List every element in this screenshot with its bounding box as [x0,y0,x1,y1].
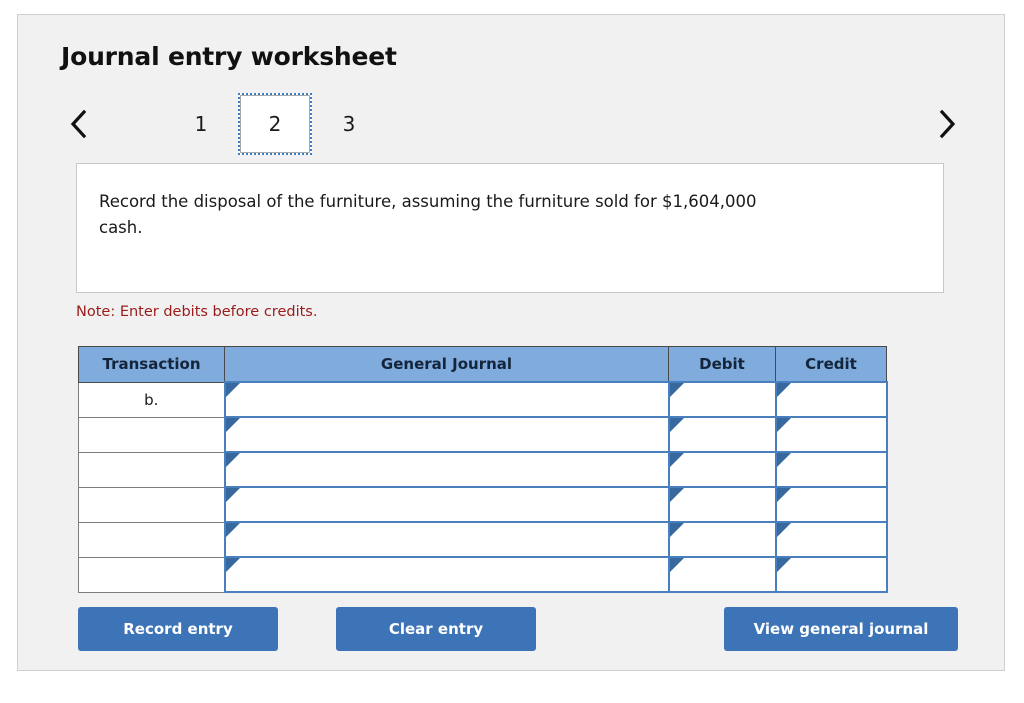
credit-input[interactable] [774,521,888,558]
table-row [78,416,888,453]
transaction-cell [78,486,225,523]
column-header-transaction: Transaction [78,346,225,383]
general-journal-account-select[interactable] [223,451,670,488]
journal-entry-table: Transaction General Journal Debit Credit… [78,346,888,593]
pagination-page-label: 3 [342,112,356,136]
credit-input[interactable] [774,381,888,418]
pagination-page-2[interactable]: 2 [238,93,312,155]
general-journal-account-select[interactable] [223,416,670,453]
pagination-page-label: 2 [268,112,282,136]
table-row [78,521,888,558]
dropdown-marker-icon [776,383,791,397]
column-header-general-journal: General Journal [224,346,669,383]
dropdown-marker-icon [225,488,240,502]
page-title: Journal entry worksheet [61,42,397,71]
chevron-left-icon[interactable] [60,93,98,155]
question-box: Record the disposal of the furniture, as… [76,163,944,293]
dropdown-marker-icon [776,418,791,432]
debit-input[interactable] [667,381,777,418]
transaction-cell [78,451,225,488]
credit-input[interactable] [774,416,888,453]
pagination-page-3[interactable]: 3 [312,93,386,155]
column-header-debit: Debit [668,346,776,383]
dropdown-marker-icon [669,418,684,432]
table-row: b. [78,381,888,418]
pagination-page-1[interactable]: 1 [164,93,238,155]
dropdown-marker-icon [225,383,240,397]
credit-input[interactable] [774,451,888,488]
transaction-cell: b. [78,381,225,418]
dropdown-marker-icon [776,453,791,467]
dropdown-marker-icon [669,383,684,397]
table-row [78,451,888,488]
dropdown-marker-icon [669,558,684,572]
dropdown-marker-icon [225,418,240,432]
dropdown-marker-icon [225,523,240,537]
note-text: Note: Enter debits before credits. [76,304,318,320]
pagination-bar: 1 2 3 [54,93,956,155]
general-journal-account-select[interactable] [223,381,670,418]
dropdown-marker-icon [225,453,240,467]
clear-entry-button[interactable]: Clear entry [336,607,536,651]
worksheet-panel: Journal entry worksheet 1 2 3 Record the… [17,14,1005,671]
pagination-page-label: 1 [194,112,208,136]
debit-input[interactable] [667,556,777,593]
general-journal-account-select[interactable] [223,521,670,558]
credit-input[interactable] [774,556,888,593]
table-header-row: Transaction General Journal Debit Credit [78,346,887,383]
general-journal-account-select[interactable] [223,556,670,593]
dropdown-marker-icon [776,488,791,502]
dropdown-marker-icon [669,488,684,502]
debit-input[interactable] [667,521,777,558]
transaction-cell [78,416,225,453]
table-row [78,486,888,523]
debit-input[interactable] [667,451,777,488]
dropdown-marker-icon [669,453,684,467]
dropdown-marker-icon [669,523,684,537]
dropdown-marker-icon [225,558,240,572]
journal-table-body: b. [78,381,888,593]
table-row [78,556,888,593]
column-header-credit: Credit [775,346,887,383]
transaction-cell [78,556,225,593]
debit-input[interactable] [667,416,777,453]
general-journal-account-select[interactable] [223,486,670,523]
view-general-journal-button[interactable]: View general journal [724,607,958,651]
chevron-right-icon[interactable] [928,93,966,155]
record-entry-button[interactable]: Record entry [78,607,278,651]
question-text: Record the disposal of the furniture, as… [99,192,757,237]
transaction-cell [78,521,225,558]
dropdown-marker-icon [776,558,791,572]
debit-input[interactable] [667,486,777,523]
dropdown-marker-icon [776,523,791,537]
credit-input[interactable] [774,486,888,523]
